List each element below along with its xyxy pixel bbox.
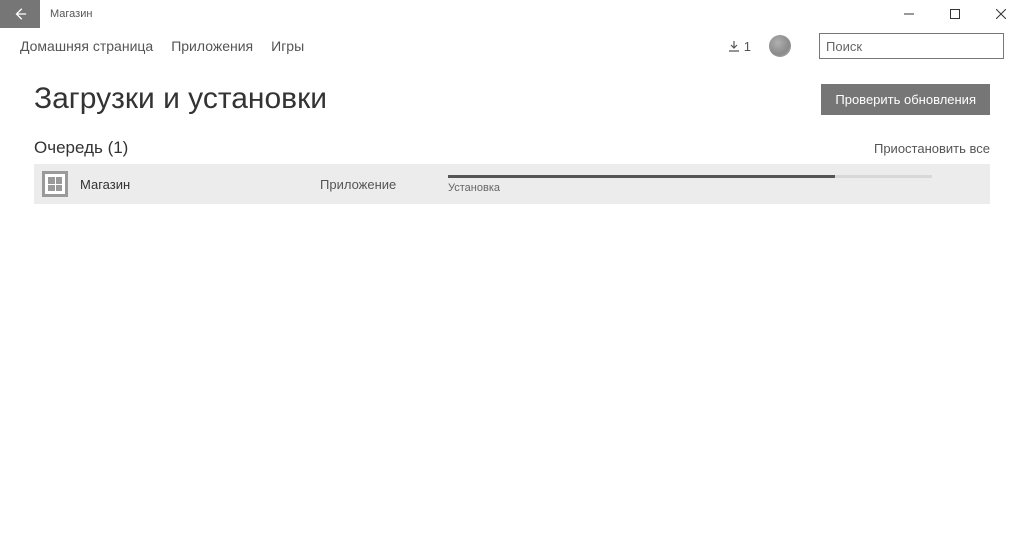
check-updates-button[interactable]: Проверить обновления bbox=[821, 84, 990, 115]
search-box[interactable] bbox=[819, 33, 1004, 59]
progress-bar bbox=[448, 175, 932, 178]
nav-games[interactable]: Игры bbox=[271, 38, 304, 54]
progress-column: Установка bbox=[448, 175, 982, 194]
progress-status: Установка bbox=[448, 182, 932, 194]
navbar: Домашняя страница Приложения Игры 1 bbox=[0, 28, 1024, 64]
download-count: 1 bbox=[744, 39, 751, 54]
progress-fill bbox=[448, 175, 835, 178]
queue-row[interactable]: Магазин Приложение Установка bbox=[34, 164, 990, 204]
app-type: Приложение bbox=[320, 177, 448, 192]
back-button[interactable] bbox=[0, 0, 40, 28]
titlebar: Магазин bbox=[0, 0, 1024, 28]
page-header: Загрузки и установки Проверить обновлени… bbox=[34, 82, 990, 116]
page-title: Загрузки и установки bbox=[34, 82, 821, 116]
minimize-button[interactable] bbox=[886, 0, 932, 28]
window-title: Магазин bbox=[40, 0, 886, 28]
download-icon bbox=[728, 40, 740, 52]
maximize-icon bbox=[950, 9, 960, 19]
window-controls bbox=[886, 0, 1024, 28]
app-name: Магазин bbox=[80, 177, 320, 192]
close-button[interactable] bbox=[978, 0, 1024, 28]
minimize-icon bbox=[904, 9, 914, 19]
user-avatar[interactable] bbox=[769, 35, 791, 57]
arrow-left-icon bbox=[13, 7, 27, 21]
queue-header: Очередь (1) Приостановить все bbox=[34, 138, 990, 158]
download-indicator[interactable]: 1 bbox=[728, 39, 751, 54]
nav-home[interactable]: Домашняя страница bbox=[20, 38, 153, 54]
store-app-icon bbox=[42, 171, 68, 197]
pause-all-link[interactable]: Приостановить все bbox=[874, 141, 990, 156]
queue-title: Очередь (1) bbox=[34, 138, 874, 158]
content: Загрузки и установки Проверить обновлени… bbox=[0, 64, 1024, 222]
close-icon bbox=[996, 9, 1006, 19]
nav-apps[interactable]: Приложения bbox=[171, 38, 253, 54]
search-input[interactable] bbox=[826, 39, 1002, 54]
maximize-button[interactable] bbox=[932, 0, 978, 28]
